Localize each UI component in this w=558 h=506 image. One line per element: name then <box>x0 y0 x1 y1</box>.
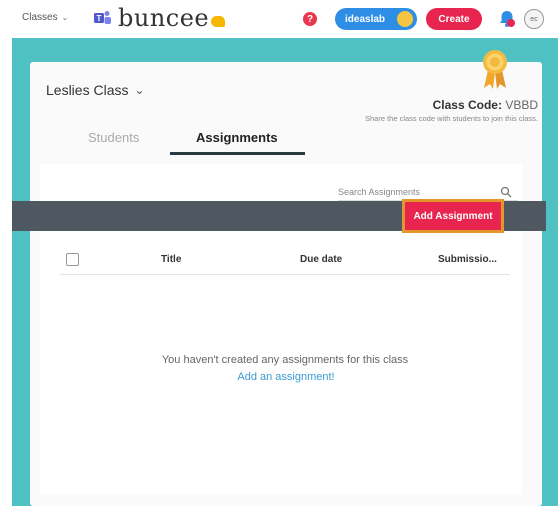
svg-text:T: T <box>97 14 102 23</box>
active-tab-indicator <box>170 152 305 155</box>
buncee-logo[interactable]: buncee <box>118 4 226 32</box>
notification-bell-icon[interactable] <box>498 9 516 29</box>
tab-assignments[interactable]: Assignments <box>196 130 278 145</box>
select-all-checkbox[interactable] <box>66 253 79 266</box>
class-selector[interactable]: Leslies Class ⌄ <box>46 82 145 98</box>
column-header-submissions[interactable]: Submissio... <box>438 254 497 265</box>
teams-icon[interactable]: T <box>94 10 112 26</box>
search-icon[interactable] <box>500 186 512 198</box>
column-header-due-date[interactable]: Due date <box>300 254 342 265</box>
add-assignment-button[interactable]: Add Assignment <box>402 199 504 233</box>
class-code-hint: Share the class code with students to jo… <box>364 114 538 123</box>
empty-state-message: You haven't created any assignments for … <box>161 354 409 366</box>
create-button[interactable]: Create <box>426 8 482 30</box>
class-code: Class Code: VBBD <box>433 98 538 112</box>
tab-students[interactable]: Students <box>88 130 139 145</box>
chevron-down-icon: ⌄ <box>134 83 145 97</box>
classes-dropdown-label: Classes <box>22 12 58 23</box>
top-bar: Classes ⌄ T buncee ? ideaslab Create ec <box>0 0 558 38</box>
header-divider <box>60 274 510 275</box>
add-assignment-link[interactable]: Add an assignment! <box>0 371 558 383</box>
classes-dropdown[interactable]: Classes ⌄ <box>22 12 68 23</box>
ideaslab-button[interactable]: ideaslab <box>335 8 417 30</box>
class-code-label: Class Code: <box>432 98 502 112</box>
ideaslab-label: ideaslab <box>345 13 386 25</box>
help-icon[interactable]: ? <box>303 12 317 26</box>
avatar[interactable]: ec <box>524 9 544 29</box>
search-input[interactable]: Search Assignments <box>338 187 420 197</box>
chevron-down-icon: ⌄ <box>61 13 69 22</box>
award-ribbon-icon <box>483 50 507 89</box>
lightbulb-icon <box>397 11 413 27</box>
class-code-value: VBBD <box>505 98 538 112</box>
logo-text: buncee <box>118 4 210 32</box>
class-name-label: Leslies Class <box>46 82 129 98</box>
logo-bubble-icon <box>211 16 226 27</box>
column-header-title[interactable]: Title <box>161 254 181 265</box>
